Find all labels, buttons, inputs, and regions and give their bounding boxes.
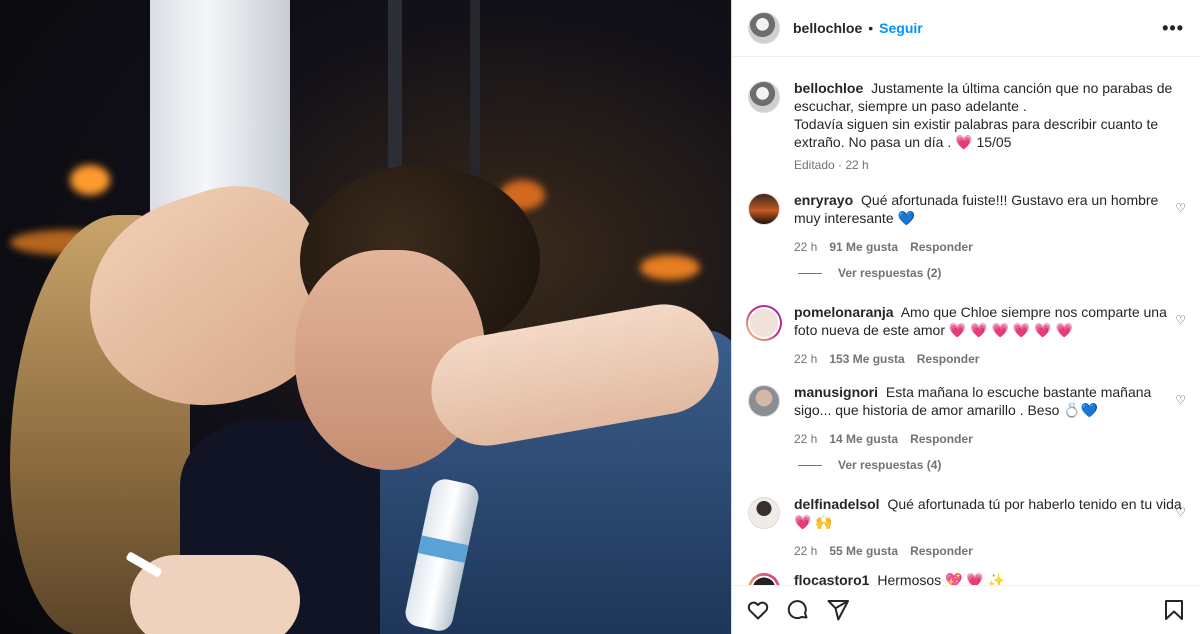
author-avatar[interactable] bbox=[748, 12, 780, 44]
caption-username[interactable]: bellochloe bbox=[794, 80, 863, 96]
comment-meta: 22 h 153 Me gusta Responder bbox=[794, 350, 1184, 368]
comment-time: 22 h bbox=[794, 432, 818, 446]
comment-meta: 22 h 91 Me gusta Responder bbox=[794, 238, 1184, 256]
view-replies-label: Ver respuestas (4) bbox=[838, 458, 942, 472]
like-comment-heart-icon[interactable]: ♡ bbox=[1175, 505, 1186, 519]
comment-body: enryrayo Qué afortunada fuiste!!! Gustav… bbox=[794, 191, 1184, 256]
comment-meta: 22 h 14 Me gusta Responder bbox=[794, 430, 1184, 448]
author-username[interactable]: bellochloe bbox=[793, 20, 862, 36]
reply-button[interactable]: Responder bbox=[910, 542, 973, 560]
comment-emoji: 💍💙 bbox=[1063, 402, 1099, 418]
photo-bottle-stripe bbox=[417, 535, 469, 563]
view-replies-button[interactable]: Ver respuestas (4) bbox=[798, 458, 941, 472]
comment-text: Hermosos bbox=[877, 572, 942, 585]
replies-line bbox=[798, 464, 822, 466]
comment-text: Qué afortunada tú por haberlo tenido en … bbox=[887, 496, 1182, 512]
caption-text-block: bellochloe Justamente la última canción … bbox=[794, 79, 1184, 151]
like-heart-icon[interactable] bbox=[746, 598, 770, 622]
caption: bellochloe Justamente la última canción … bbox=[732, 79, 1200, 174]
like-comment-heart-icon[interactable]: ♡ bbox=[1175, 313, 1186, 327]
caption-meta: Editado · 22 h bbox=[794, 156, 1184, 174]
reply-button[interactable]: Responder bbox=[910, 238, 973, 256]
comment-time: 22 h bbox=[794, 240, 818, 254]
commenter-username[interactable]: delfinadelsol bbox=[794, 496, 880, 512]
comment-meta: 22 h 55 Me gusta Responder bbox=[794, 542, 1184, 560]
comment-item: delfinadelsol Qué afortunada tú por habe… bbox=[732, 495, 1200, 560]
commenter-avatar[interactable] bbox=[748, 385, 780, 417]
commenter-avatar[interactable] bbox=[748, 497, 780, 529]
comment-item: manusignori Esta mañana lo escuche basta… bbox=[732, 383, 1200, 448]
commenter-username[interactable]: pomelonaranja bbox=[794, 304, 894, 320]
view-replies-label: Ver respuestas (2) bbox=[838, 266, 942, 280]
comments-scroll-area[interactable]: bellochloe Justamente la última canción … bbox=[732, 57, 1200, 585]
commenter-username[interactable]: flocastoro1 bbox=[794, 572, 869, 585]
caption-date-tag: 15/05 bbox=[976, 134, 1012, 150]
post-photo[interactable] bbox=[0, 0, 731, 634]
comment-emoji: 💗 💗 💗 💗 💗 💗 bbox=[948, 322, 1073, 338]
comment-body: flocastoro1 Hermosos 💖 💗 ✨ bbox=[794, 571, 1184, 585]
instagram-post-view: bellochloe • Seguir ••• bellochloe Justa… bbox=[0, 0, 1200, 634]
comment-item: pomelonaranja Amo que Chloe siempre nos … bbox=[732, 303, 1200, 368]
comment-text-block: flocastoro1 Hermosos 💖 💗 ✨ bbox=[794, 571, 1184, 585]
view-replies-button[interactable]: Ver respuestas (2) bbox=[798, 266, 941, 280]
caption-heart-emoji: 💗 bbox=[955, 134, 973, 150]
photo-bg-pole bbox=[388, 0, 402, 180]
comment-text-block: pomelonaranja Amo que Chloe siempre nos … bbox=[794, 303, 1184, 339]
commenter-username[interactable]: manusignori bbox=[794, 384, 878, 400]
reply-button[interactable]: Responder bbox=[910, 430, 973, 448]
photo-light bbox=[70, 165, 110, 195]
comment-likes[interactable]: 153 Me gusta bbox=[829, 350, 904, 368]
like-comment-heart-icon[interactable]: ♡ bbox=[1175, 393, 1186, 407]
comment-emoji: 💖 💗 ✨ bbox=[945, 572, 1006, 585]
comment-text-block: enryrayo Qué afortunada fuiste!!! Gustav… bbox=[794, 191, 1184, 227]
commenter-avatar[interactable] bbox=[748, 193, 780, 225]
caption-avatar[interactable] bbox=[748, 81, 780, 113]
comment-likes[interactable]: 14 Me gusta bbox=[829, 430, 898, 448]
share-send-icon[interactable] bbox=[826, 598, 850, 622]
commenter-username[interactable]: enryrayo bbox=[794, 192, 853, 208]
commenter-avatar[interactable] bbox=[746, 305, 782, 341]
comment-text-block: manusignori Esta mañana lo escuche basta… bbox=[794, 383, 1184, 419]
comment-body: delfinadelsol Qué afortunada tú por habe… bbox=[794, 495, 1184, 560]
comment-emoji: 💗 🙌 bbox=[794, 514, 833, 530]
comment-likes[interactable]: 55 Me gusta bbox=[829, 542, 898, 560]
photo-light bbox=[640, 255, 700, 280]
more-icon[interactable]: ••• bbox=[1162, 18, 1184, 39]
save-bookmark-icon[interactable] bbox=[1162, 598, 1186, 622]
comment-text-block: delfinadelsol Qué afortunada tú por habe… bbox=[794, 495, 1184, 531]
caption-body: bellochloe Justamente la última canción … bbox=[794, 79, 1184, 174]
comment-item: enryrayo Qué afortunada fuiste!!! Gustav… bbox=[732, 191, 1200, 256]
comment-bubble-icon[interactable] bbox=[786, 598, 810, 622]
comment-time: 22 h bbox=[794, 544, 818, 558]
comment-body: manusignori Esta mañana lo escuche basta… bbox=[794, 383, 1184, 448]
comment-emoji: 💙 bbox=[897, 210, 915, 226]
comment-item: flocastoro1 Hermosos 💖 💗 ✨ bbox=[732, 571, 1200, 585]
comment-body: pomelonaranja Amo que Chloe siempre nos … bbox=[794, 303, 1184, 368]
commenter-avatar[interactable] bbox=[748, 573, 780, 585]
follow-button[interactable]: Seguir bbox=[879, 20, 923, 36]
like-comment-heart-icon[interactable]: ♡ bbox=[1175, 201, 1186, 215]
post-actions-bar bbox=[732, 585, 1200, 634]
comment-time: 22 h bbox=[794, 352, 818, 366]
separator-dot: • bbox=[868, 20, 874, 36]
replies-line bbox=[798, 272, 822, 274]
post-header: bellochloe • Seguir ••• bbox=[732, 0, 1200, 57]
comment-likes[interactable]: 91 Me gusta bbox=[829, 238, 898, 256]
post-side-panel: bellochloe • Seguir ••• bellochloe Justa… bbox=[731, 0, 1200, 634]
caption-edited: Editado · 22 h bbox=[794, 158, 869, 172]
reply-button[interactable]: Responder bbox=[917, 350, 980, 368]
